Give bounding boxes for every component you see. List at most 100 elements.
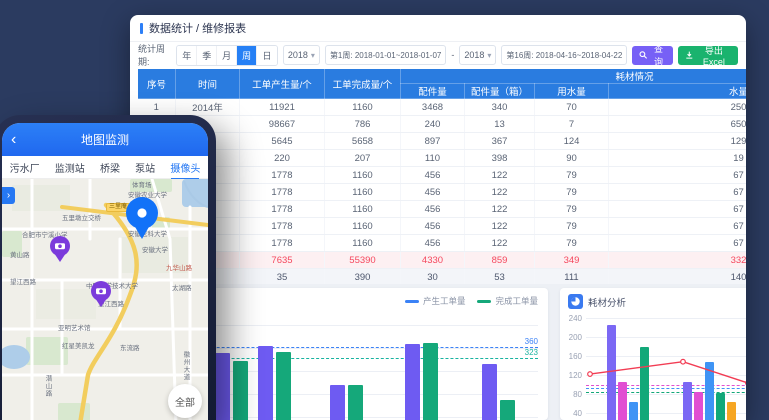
table-cell: 19 bbox=[609, 150, 747, 167]
bar bbox=[618, 382, 627, 420]
table-cell: 456 bbox=[401, 201, 465, 218]
table-cell: 220 bbox=[240, 150, 325, 167]
y-axis-tick: 120 bbox=[562, 371, 582, 380]
table-cell: 207 bbox=[325, 150, 401, 167]
pie-chart-icon bbox=[568, 294, 583, 309]
phone-screen: ‹ 地图监测 污水厂监测站桥梁泵站摄像头 bbox=[2, 123, 208, 420]
table-cell: 1160 bbox=[325, 167, 401, 184]
camera-marker[interactable] bbox=[49, 235, 71, 268]
table-cell: 1778 bbox=[240, 167, 325, 184]
table-cell: 79 bbox=[535, 201, 609, 218]
bar bbox=[640, 347, 649, 420]
period-option-日[interactable]: 日 bbox=[257, 46, 277, 65]
tab-监测站[interactable]: 监测站 bbox=[54, 157, 86, 178]
table-row: 356455658897367124129 bbox=[138, 133, 747, 150]
camera-marker[interactable] bbox=[90, 280, 112, 313]
table-cell: 53 bbox=[465, 269, 535, 286]
table-cell: 98667 bbox=[240, 116, 325, 133]
table-cell: 122 bbox=[465, 167, 535, 184]
export-button-label: 导出Excel bbox=[697, 44, 731, 67]
expand-map-toggle[interactable]: › bbox=[2, 187, 15, 204]
table-cell: 456 bbox=[401, 184, 465, 201]
export-excel-button[interactable]: 导出Excel bbox=[678, 46, 738, 65]
bar-完成工单量 bbox=[423, 343, 438, 420]
table-cell: 1 bbox=[138, 99, 176, 116]
location-pin-marker[interactable] bbox=[124, 195, 160, 246]
table-cell: 67 bbox=[609, 235, 747, 252]
table-cell: 79 bbox=[535, 235, 609, 252]
period-option-周[interactable]: 周 bbox=[237, 46, 257, 65]
table-cell: 67 bbox=[609, 167, 747, 184]
bar-产生工单量 bbox=[258, 346, 273, 420]
table-cell: 122 bbox=[465, 235, 535, 252]
table-cell: 250 bbox=[609, 99, 747, 116]
chart-legend: 产生工单量完成工单量 bbox=[405, 295, 538, 307]
breadcrumb-accent-bar bbox=[140, 23, 143, 34]
y-axis-tick: 160 bbox=[562, 352, 582, 361]
table-cell: 390 bbox=[325, 269, 401, 286]
period-label: 统计周期: bbox=[138, 42, 171, 68]
to-year-select[interactable]: 2018 ▾ bbox=[459, 45, 496, 65]
table-cell: 122 bbox=[465, 218, 535, 235]
table-cell: 79 bbox=[535, 167, 609, 184]
table-cell: 140 bbox=[609, 269, 747, 286]
table-row: 5177811604561227967 bbox=[138, 167, 747, 184]
period-option-年[interactable]: 年 bbox=[177, 46, 197, 65]
period-option-季[interactable]: 季 bbox=[197, 46, 217, 65]
bar bbox=[716, 393, 725, 420]
average-row: 平均值353903053111140 bbox=[138, 269, 747, 286]
table-cell: 90 bbox=[535, 150, 609, 167]
gridline bbox=[586, 318, 746, 319]
table-cell: 122 bbox=[465, 184, 535, 201]
table-cell: 897 bbox=[401, 133, 465, 150]
to-week-field[interactable]: 第16周: 2018-04-16~2018-04-22 bbox=[501, 45, 627, 65]
from-week-field[interactable]: 第1周: 2018-01-01~2018-01-07 bbox=[325, 45, 446, 65]
bar bbox=[705, 362, 714, 420]
bar-产生工单量 bbox=[330, 385, 345, 420]
table-cell: 240 bbox=[401, 116, 465, 133]
legend-item: 完成工单量 bbox=[477, 295, 538, 307]
table-row: 7177811604561227967 bbox=[138, 201, 747, 218]
chart-title: 耗材分析 bbox=[588, 295, 626, 309]
table-cell: 1160 bbox=[325, 184, 401, 201]
tab-污水厂[interactable]: 污水厂 bbox=[9, 157, 41, 178]
period-option-月[interactable]: 月 bbox=[217, 46, 237, 65]
period-segmented-control[interactable]: 年季月周日 bbox=[176, 45, 278, 66]
col-header: 时间 bbox=[176, 69, 240, 99]
table-cell: 786 bbox=[325, 116, 401, 133]
all-filter-button[interactable]: 全部 bbox=[168, 384, 202, 418]
table-row: 6177811604561227967 bbox=[138, 184, 747, 201]
y-axis-tick: 200 bbox=[562, 333, 582, 342]
legend-item: 产生工单量 bbox=[405, 295, 466, 307]
table-cell: 124 bbox=[535, 133, 609, 150]
bar-完成工单量 bbox=[233, 361, 248, 420]
phone-mockup: ‹ 地图监测 污水厂监测站桥梁泵站摄像头 bbox=[0, 115, 216, 420]
query-button[interactable]: 查询 bbox=[632, 46, 673, 65]
download-icon bbox=[685, 50, 694, 60]
table-cell: 122 bbox=[465, 201, 535, 218]
map-label: 东流路 bbox=[120, 345, 140, 352]
back-icon[interactable]: ‹ bbox=[11, 132, 16, 148]
table-cell: 859 bbox=[465, 252, 535, 269]
map-label: 体育场 bbox=[132, 182, 152, 189]
tab-桥梁[interactable]: 桥梁 bbox=[99, 157, 121, 178]
bar bbox=[683, 382, 692, 420]
filter-toolbar: 统计周期: 年季月周日 2018 ▾ 第1周: 2018-01-01~2018-… bbox=[130, 42, 746, 68]
table-cell: 79 bbox=[535, 218, 609, 235]
tab-摄像头[interactable]: 摄像头 bbox=[169, 157, 201, 178]
from-year-select[interactable]: 2018 ▾ bbox=[283, 45, 320, 65]
bar-完成工单量 bbox=[348, 385, 363, 420]
table-cell: 1160 bbox=[325, 201, 401, 218]
map-label: 安徽大学 bbox=[142, 247, 168, 254]
table-cell: 70 bbox=[535, 99, 609, 116]
tab-泵站[interactable]: 泵站 bbox=[134, 157, 156, 178]
map-view[interactable]: › 全部 体育场安徽农业大学三里庵五里墩立交桥合肥市宁溪小学安徽医科大学安徽大学… bbox=[2, 179, 208, 420]
to-year-value: 2018 bbox=[464, 50, 484, 60]
table-cell: 1778 bbox=[240, 184, 325, 201]
table-cell: 349 bbox=[535, 252, 609, 269]
table-cell: 1160 bbox=[325, 235, 401, 252]
sub-header: 配件量 bbox=[401, 84, 465, 99]
table-cell: 340 bbox=[465, 99, 535, 116]
map-label: 徽州大道 bbox=[182, 351, 189, 381]
table-cell: 5658 bbox=[325, 133, 401, 150]
